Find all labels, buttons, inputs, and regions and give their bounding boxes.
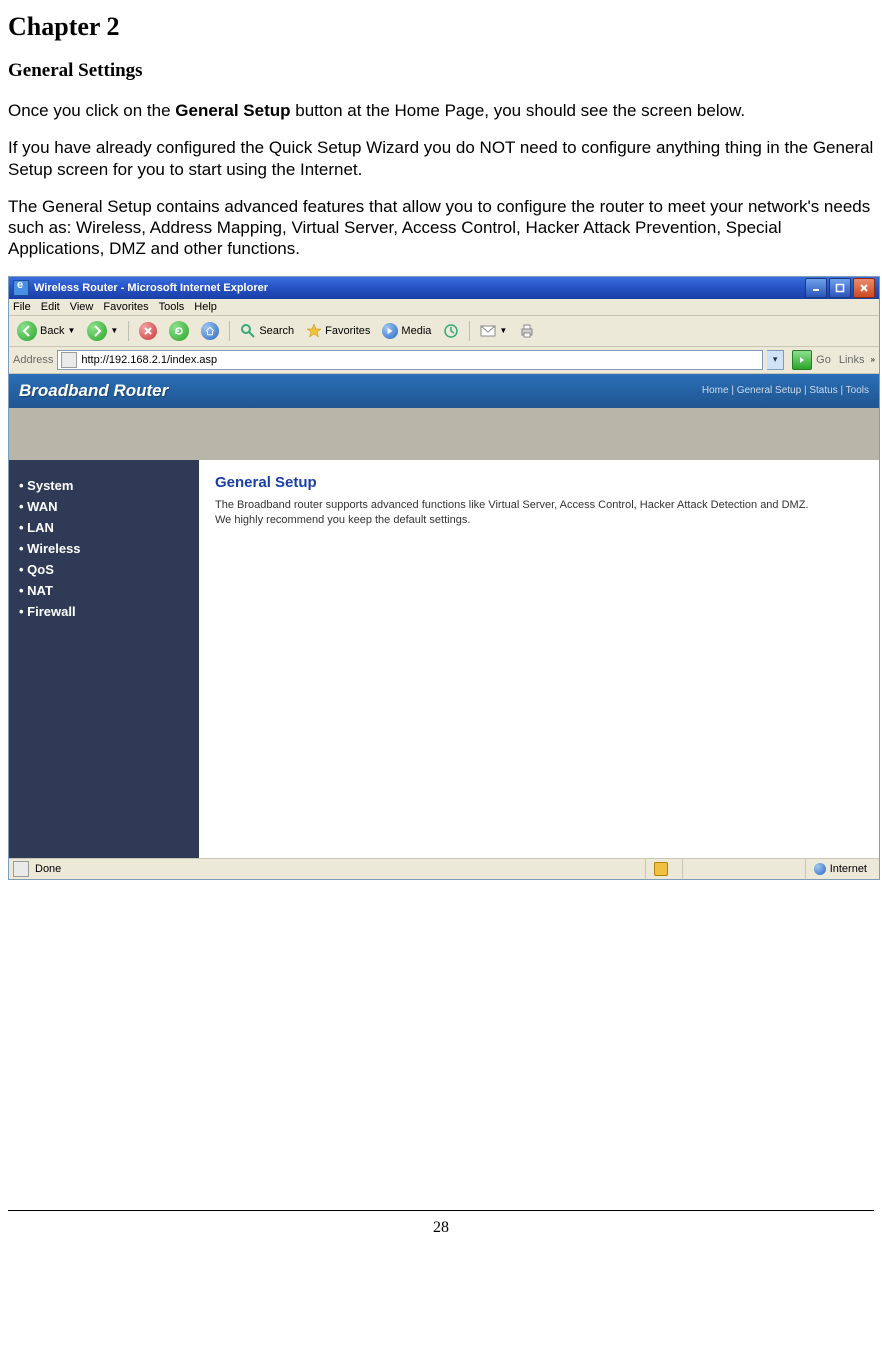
paragraph-3: The General Setup contains advanced feat…	[8, 196, 874, 260]
p3-part-a: The General Setup contains advanced feat…	[8, 197, 870, 216]
router-toplinks[interactable]: Home | General Setup | Status | Tools	[702, 385, 869, 396]
menu-favorites[interactable]: Favorites	[103, 301, 148, 313]
go-button[interactable]	[792, 350, 812, 370]
content-line-2: We highly recommend you keep the default…	[215, 514, 863, 526]
menu-help[interactable]: Help	[194, 301, 217, 313]
router-banner-gray	[9, 408, 879, 460]
router-content: General Setup The Broadband router suppo…	[199, 460, 879, 858]
p1-bold: General Setup	[175, 101, 290, 120]
sidebar-item-lan[interactable]: LAN	[19, 520, 189, 535]
content-line-1: The Broadband router supports advanced f…	[215, 499, 863, 511]
sidebar-item-wan[interactable]: WAN	[19, 499, 189, 514]
address-dropdown[interactable]: ▾	[767, 350, 784, 370]
menu-edit[interactable]: Edit	[41, 301, 60, 313]
menu-tools[interactable]: Tools	[159, 301, 185, 313]
go-label: Go	[816, 354, 831, 366]
window-title: Wireless Router - Microsoft Internet Exp…	[34, 282, 805, 294]
history-button[interactable]	[439, 321, 463, 341]
status-done-text: Done	[35, 863, 61, 875]
links-chevron-icon[interactable]: »	[871, 355, 875, 364]
router-brand: Broadband Router	[19, 381, 168, 401]
paragraph-2: If you have already configured the Quick…	[8, 137, 874, 180]
sidebar-item-qos[interactable]: QoS	[19, 562, 189, 577]
media-label: Media	[401, 325, 431, 337]
refresh-button[interactable]	[165, 319, 193, 343]
favorites-label: Favorites	[325, 325, 370, 337]
toolbar-separator	[229, 321, 230, 341]
search-button[interactable]: Search	[236, 321, 298, 341]
mail-button[interactable]: ▼	[476, 321, 511, 341]
router-page: Broadband Router Home | General Setup | …	[9, 374, 879, 858]
footer-rule	[8, 1210, 874, 1211]
status-cell-empty	[682, 859, 799, 879]
lock-icon	[654, 862, 668, 876]
status-zone-text: Internet	[830, 863, 867, 875]
close-button[interactable]	[853, 278, 875, 298]
back-label: Back	[40, 325, 64, 337]
favorites-button[interactable]: Favorites	[302, 321, 374, 341]
p1-part-c: button at the Home Page, you should see …	[291, 101, 746, 120]
chapter-heading: Chapter 2	[8, 12, 874, 42]
page-icon	[61, 352, 77, 368]
links-label[interactable]: Links	[839, 354, 865, 366]
url-text: http://192.168.2.1/index.asp	[81, 354, 217, 366]
print-button[interactable]	[515, 321, 539, 341]
status-cell-lock	[645, 859, 676, 879]
address-input[interactable]: http://192.168.2.1/index.asp	[57, 350, 763, 370]
search-label: Search	[259, 325, 294, 337]
sidebar-item-firewall[interactable]: Firewall	[19, 604, 189, 619]
forward-button[interactable]: ▼	[83, 319, 122, 343]
status-bar: Done Internet	[9, 858, 879, 879]
minimize-button[interactable]	[805, 278, 827, 298]
sidebar-item-wireless[interactable]: Wireless	[19, 541, 189, 556]
address-bar-row: Address http://192.168.2.1/index.asp ▾ G…	[9, 347, 879, 374]
done-icon	[13, 861, 29, 877]
stop-button[interactable]	[135, 320, 161, 342]
p1-part-a: Once you click on the	[8, 101, 175, 120]
maximize-button[interactable]	[829, 278, 851, 298]
router-sidebar: System WAN LAN Wireless QoS NAT Firewall	[9, 460, 199, 858]
content-heading: General Setup	[215, 474, 863, 491]
sidebar-item-nat[interactable]: NAT	[19, 583, 189, 598]
p3-part-b: such as: Wireless, Address Mapping, Virt…	[8, 218, 782, 258]
paragraph-1: Once you click on the General Setup butt…	[8, 100, 874, 121]
menubar: File Edit View Favorites Tools Help	[9, 299, 879, 316]
status-cell-zone: Internet	[805, 859, 875, 879]
page-number: 28	[0, 1219, 882, 1237]
router-header: Broadband Router Home | General Setup | …	[9, 374, 879, 408]
toolbar-separator	[469, 321, 470, 341]
toolbar-separator	[128, 321, 129, 341]
home-button[interactable]	[197, 320, 223, 342]
titlebar: Wireless Router - Microsoft Internet Exp…	[9, 277, 879, 299]
menu-view[interactable]: View	[70, 301, 94, 313]
menu-file[interactable]: File	[13, 301, 31, 313]
globe-icon	[814, 863, 826, 875]
ie-window: Wireless Router - Microsoft Internet Exp…	[8, 276, 880, 880]
ie-icon	[13, 280, 29, 296]
sidebar-item-system[interactable]: System	[19, 478, 189, 493]
section-heading: General Settings	[8, 60, 874, 82]
address-label: Address	[13, 354, 53, 366]
toolbar: Back ▼ ▼	[9, 316, 879, 347]
media-button[interactable]: Media	[378, 321, 435, 341]
back-button[interactable]: Back ▼	[13, 319, 79, 343]
